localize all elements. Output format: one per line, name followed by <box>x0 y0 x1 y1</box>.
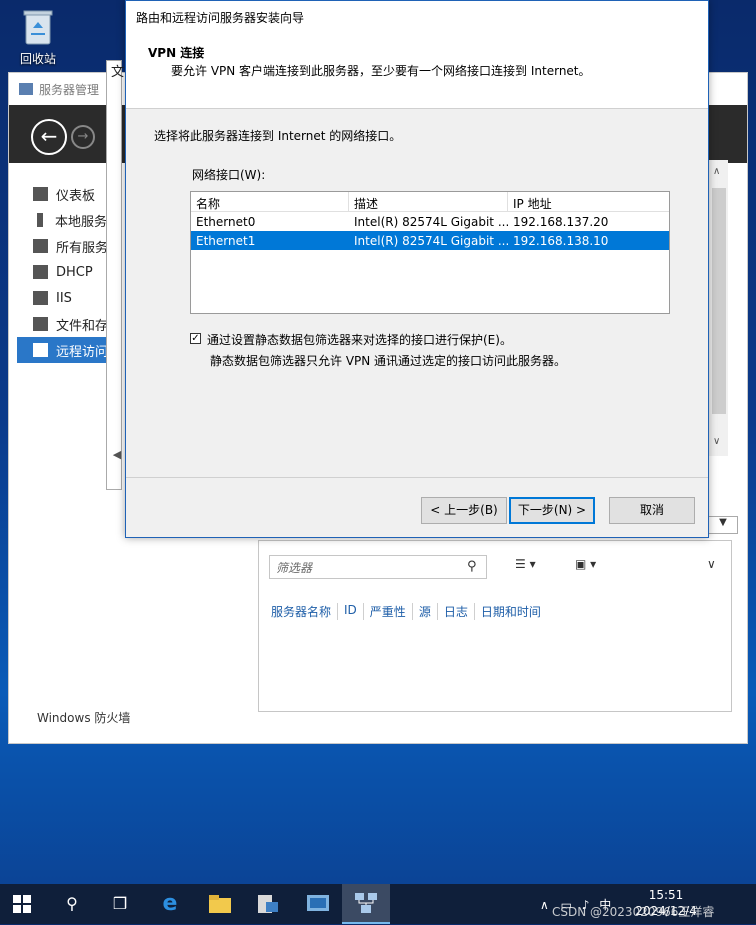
wizard-prompt: 选择将此服务器连接到 Internet 的网络接口。 <box>154 129 402 143</box>
wizard-titlebar: 路由和远程访问服务器安装向导 <box>126 1 708 33</box>
interface-ip: 192.168.137.20 <box>513 214 609 229</box>
watermark-text: CSDN @2023020966王洋睿 <box>552 905 715 919</box>
sidebar-item-label: IIS <box>56 290 72 306</box>
sidebar-item-label: DHCP <box>56 264 93 280</box>
static-filter-note: 静态数据包筛选器只允许 VPN 通讯通过选定的接口访问此服务器。 <box>210 354 567 368</box>
column-header[interactable]: 日期和时间 <box>475 603 547 620</box>
column-header-description[interactable]: 描述 <box>349 192 508 211</box>
cancel-button[interactable]: 取消 <box>609 497 695 524</box>
column-header-name[interactable]: 名称 <box>191 192 349 211</box>
search-icon[interactable]: ⚲ <box>467 559 477 574</box>
scroll-down-icon[interactable]: ∨ <box>713 436 720 447</box>
interface-name: Ethernet0 <box>196 214 256 229</box>
events-column-headers: 服务器名称 ID 严重性 源 日志 日期和时间 <box>265 603 547 620</box>
vpn-wizard-dialog: 路由和远程访问服务器安装向导 VPN 连接 要允许 VPN 客户端连接到此服务器… <box>125 0 709 538</box>
filter-input[interactable]: 筛选器 <box>269 555 487 579</box>
list-header: 名称 描述 IP 地址 <box>191 192 669 212</box>
sidebar-item-dashboard[interactable]: 仪表板 <box>17 181 109 207</box>
chevron-down-icon[interactable]: ▼ <box>708 516 738 534</box>
vertical-scrollbar[interactable]: ∧ ∨ <box>708 160 728 456</box>
sidebar-item-file-storage[interactable]: 文件和存 <box>17 311 109 337</box>
file-explorer-icon[interactable] <box>206 890 234 918</box>
sidebar-item-label: 本地服务 <box>55 214 108 230</box>
server-manager-app-icon <box>19 83 33 95</box>
wizard-header-description: 要允许 VPN 客户端连接到此服务器，至少要有一个网络接口连接到 Interne… <box>171 64 591 78</box>
sidebar-item-local-server[interactable]: 本地服务 <box>17 207 109 233</box>
column-header[interactable]: 源 <box>413 603 438 620</box>
server-manager-title: 服务器管理 <box>39 82 100 97</box>
taskbar: ⚲ ❒ e ∧ ▭ ♪ 中 15:51 2024/12/4 CSDN @2023… <box>0 884 756 924</box>
search-icon[interactable]: ⚲ <box>58 890 86 918</box>
column-header[interactable]: 日志 <box>438 603 475 620</box>
sidebar-item-label: 文件和存 <box>56 318 109 334</box>
wizard-title: 路由和远程访问服务器安装向导 <box>136 11 305 25</box>
sidebar-item-label: 所有服务 <box>56 240 109 256</box>
interface-description: Intel(R) 82574L Gigabit ... <box>354 214 508 229</box>
interface-row-ethernet1[interactable]: Ethernet1 Intel(R) 82574L Gigabit ... 19… <box>191 231 669 250</box>
forward-arrow-icon[interactable]: → <box>71 125 95 149</box>
clock-time: 15:51 <box>648 888 684 902</box>
wizard-body: 选择将此服务器连接到 Internet 的网络接口。 网络接口(W): 名称 描… <box>126 110 708 476</box>
scroll-left-icon[interactable]: ◀ <box>108 446 126 464</box>
static-filter-checkbox[interactable]: ✓ <box>190 333 201 344</box>
sidebar-item-iis[interactable]: IIS <box>17 285 109 311</box>
sidebar-item-remote-access[interactable]: 远程访问 <box>17 337 109 363</box>
interface-row-ethernet0[interactable]: Ethernet0 Intel(R) 82574L Gigabit ... 19… <box>191 212 669 231</box>
task-view-icon[interactable]: ❒ <box>106 890 134 918</box>
sidebar-item-label: 仪表板 <box>56 188 96 204</box>
expand-icon[interactable]: ∨ <box>707 557 716 571</box>
column-header[interactable]: 服务器名称 <box>265 603 339 620</box>
server-manager-taskbar-icon[interactable] <box>254 890 282 918</box>
network-interfaces-list[interactable]: 名称 描述 IP 地址 Ethernet0 Intel(R) 82574L Gi… <box>190 191 670 314</box>
static-filter-checkbox-label[interactable]: 通过设置静态数据包筛选器来对选择的接口进行保护(E)。 <box>207 331 512 348</box>
file-storage-icon <box>33 317 48 331</box>
list-options-icon[interactable]: ☰ ▾ <box>515 557 536 571</box>
wizard-header: VPN 连接 要允许 VPN 客户端连接到此服务器，至少要有一个网络接口连接到 … <box>126 33 708 109</box>
inner-panel-edge: 文 <box>106 60 124 490</box>
dhcp-icon <box>33 265 48 279</box>
column-header[interactable]: ID <box>338 603 364 620</box>
interface-name: Ethernet1 <box>196 233 256 248</box>
interfaces-label: 网络接口(W): <box>192 168 266 182</box>
recycle-bin-label: 回收站 <box>19 52 56 66</box>
iis-icon <box>33 291 48 305</box>
next-button[interactable]: 下一步(N) > <box>509 497 595 524</box>
recycle-bin-icon <box>21 6 55 46</box>
internet-explorer-icon[interactable]: e <box>156 890 184 918</box>
network-routing-icon <box>354 892 378 917</box>
column-header[interactable]: 严重性 <box>364 603 413 620</box>
sidebar-item-all-servers[interactable]: 所有服务 <box>17 233 109 259</box>
all-servers-icon <box>33 239 48 253</box>
column-header-ip[interactable]: IP 地址 <box>508 192 669 211</box>
scroll-up-icon[interactable]: ∧ <box>713 166 720 177</box>
firewall-link[interactable]: Windows 防火墙 <box>37 709 130 726</box>
events-panel: 筛选器 ⚲ ☰ ▾ ▣ ▾ ∨ 服务器名称 ID 严重性 源 日志 日期和时间 <box>258 540 732 712</box>
sidebar-item-dhcp[interactable]: DHCP <box>17 259 109 285</box>
interface-description: Intel(R) 82574L Gigabit ... <box>354 233 508 248</box>
local-server-icon <box>37 213 43 227</box>
back-button[interactable]: < 上一步(B) <box>421 497 507 524</box>
remote-access-icon <box>33 343 48 357</box>
menu-file-partial[interactable]: 文 <box>111 61 124 80</box>
sidebar-item-label: 远程访问 <box>56 344 109 360</box>
interface-ip: 192.168.138.10 <box>513 233 609 248</box>
show-hidden-icons-icon[interactable]: ∧ <box>540 898 549 912</box>
save-query-icon[interactable]: ▣ ▾ <box>575 557 596 571</box>
wizard-header-title: VPN 连接 <box>148 46 205 60</box>
routing-remote-access-taskbar-item[interactable] <box>342 884 390 924</box>
server-manager-sidebar: 仪表板 本地服务 所有服务 DHCP IIS 文件和存 远程访问 <box>17 181 109 363</box>
recycle-bin-shortcut[interactable]: 回收站 <box>8 6 68 67</box>
scrollbar-thumb[interactable] <box>712 188 726 414</box>
dashboard-icon <box>33 187 48 201</box>
wizard-footer: < 上一步(B) 下一步(N) > 取消 <box>126 477 708 539</box>
back-arrow-icon[interactable]: ← <box>31 119 67 155</box>
control-panel-icon[interactable] <box>304 890 332 918</box>
windows-start-icon[interactable] <box>8 890 36 918</box>
